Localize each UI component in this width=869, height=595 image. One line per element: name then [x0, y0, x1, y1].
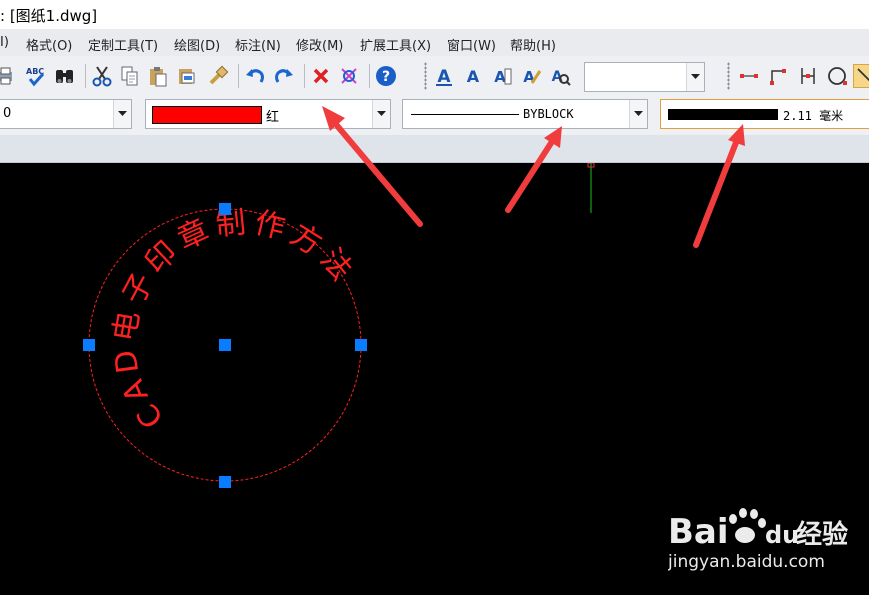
undo-icon[interactable] — [243, 64, 267, 88]
window-title: : [图纸1.dwg] — [0, 7, 98, 25]
baidu-jingyan-watermark: Bai du 经验 jingyan.baidu.com — [667, 497, 868, 577]
menu-item-extend-tools[interactable]: 扩展工具(X) — [360, 35, 431, 54]
line-icon[interactable] — [853, 64, 869, 88]
toolbar-grip[interactable] — [424, 62, 427, 90]
toolbar-separator — [85, 64, 86, 88]
copy-icon[interactable] — [118, 64, 142, 88]
erase-icon[interactable] — [309, 64, 333, 88]
brand-url: jingyan.baidu.com — [668, 552, 825, 572]
aligned-dim-icon[interactable] — [796, 64, 820, 88]
linetype-preview — [411, 114, 519, 115]
grip-center[interactable] — [219, 339, 231, 351]
toolbar-separator — [238, 64, 239, 88]
help-icon[interactable]: ? — [374, 64, 398, 88]
svg-text:A: A — [494, 68, 506, 86]
grip-left[interactable] — [83, 339, 95, 351]
svg-text:A: A — [467, 67, 480, 86]
brand-cn: 经验 — [796, 519, 848, 550]
toolbar-grip[interactable] — [727, 62, 730, 90]
linetype-dropdown[interactable]: BYBLOCK — [402, 99, 648, 129]
seal-text[interactable]: CAD电子印章制作方法 — [107, 205, 363, 435]
chevron-down-icon[interactable] — [686, 63, 704, 91]
ordinate-icon[interactable] — [766, 64, 790, 88]
circle-icon[interactable] — [825, 64, 849, 88]
menu-item-dimension[interactable]: 标注(N) — [235, 35, 281, 54]
standard-toolbar: ABC ? A A A A A — [0, 56, 869, 97]
print-preview-icon[interactable] — [0, 64, 18, 88]
find-text-icon[interactable]: A — [548, 64, 572, 88]
explode-icon[interactable] — [337, 64, 361, 88]
menu-item-format[interactable]: 格式(O) — [26, 35, 72, 54]
paste-special-icon[interactable] — [175, 64, 199, 88]
paste-icon[interactable] — [146, 64, 170, 88]
menu-bar: I) 格式(O) 定制工具(T) 绘图(D) 标注(N) 修改(M) 扩展工具(… — [0, 29, 869, 56]
toolbar-separator — [304, 64, 305, 88]
lineweight-dropdown[interactable]: 2.11 毫米 — [660, 99, 869, 129]
grip-top[interactable] — [219, 203, 231, 215]
menu-item-window[interactable]: 窗口(W) — [447, 35, 496, 54]
dimension-icon[interactable] — [737, 64, 761, 88]
lineweight-preview — [668, 109, 778, 120]
chevron-down-icon[interactable] — [113, 100, 131, 128]
chevron-down-icon[interactable] — [372, 100, 390, 128]
layer-dropdown[interactable]: 0 — [0, 99, 132, 129]
color-swatch — [152, 106, 262, 124]
grip-bottom[interactable] — [219, 476, 231, 488]
cut-icon[interactable] — [90, 64, 114, 88]
text-icon[interactable]: A — [461, 64, 485, 88]
brand-bai: Bai — [668, 512, 729, 552]
grip-right[interactable] — [355, 339, 367, 351]
redo-icon[interactable] — [272, 64, 296, 88]
chevron-down-icon[interactable] — [629, 100, 647, 128]
menu-item-modify[interactable]: 修改(M) — [296, 35, 343, 54]
menu-item-help[interactable]: 帮助(H) — [510, 35, 556, 54]
menu-item-draw[interactable]: 绘图(D) — [174, 35, 220, 54]
brand-du: du — [765, 521, 799, 549]
title-bar: : [图纸1.dwg] — [0, 0, 869, 29]
spell-check-icon[interactable]: ABC — [24, 64, 48, 88]
text-scale-icon[interactable]: A — [519, 64, 543, 88]
toolbar-separator — [369, 64, 370, 88]
find-icon[interactable] — [53, 64, 77, 88]
text-style-icon[interactable]: A — [432, 64, 456, 88]
document-tab-strip — [0, 135, 869, 163]
text-style-dropdown[interactable] — [584, 62, 705, 92]
text-edit-icon[interactable]: A — [490, 64, 514, 88]
match-properties-icon[interactable] — [206, 64, 230, 88]
menu-item-custom-tools[interactable]: 定制工具(T) — [88, 35, 158, 54]
svg-text:?: ? — [382, 69, 390, 85]
properties-toolbar: 0 红 BYBLOCK 2.11 毫米 — [0, 97, 869, 135]
color-dropdown[interactable]: 红 — [145, 99, 391, 129]
baidu-paw-logo: Bai du 经验 jingyan.baidu.com — [667, 508, 848, 572]
menu-item-i[interactable]: I) — [0, 35, 9, 50]
